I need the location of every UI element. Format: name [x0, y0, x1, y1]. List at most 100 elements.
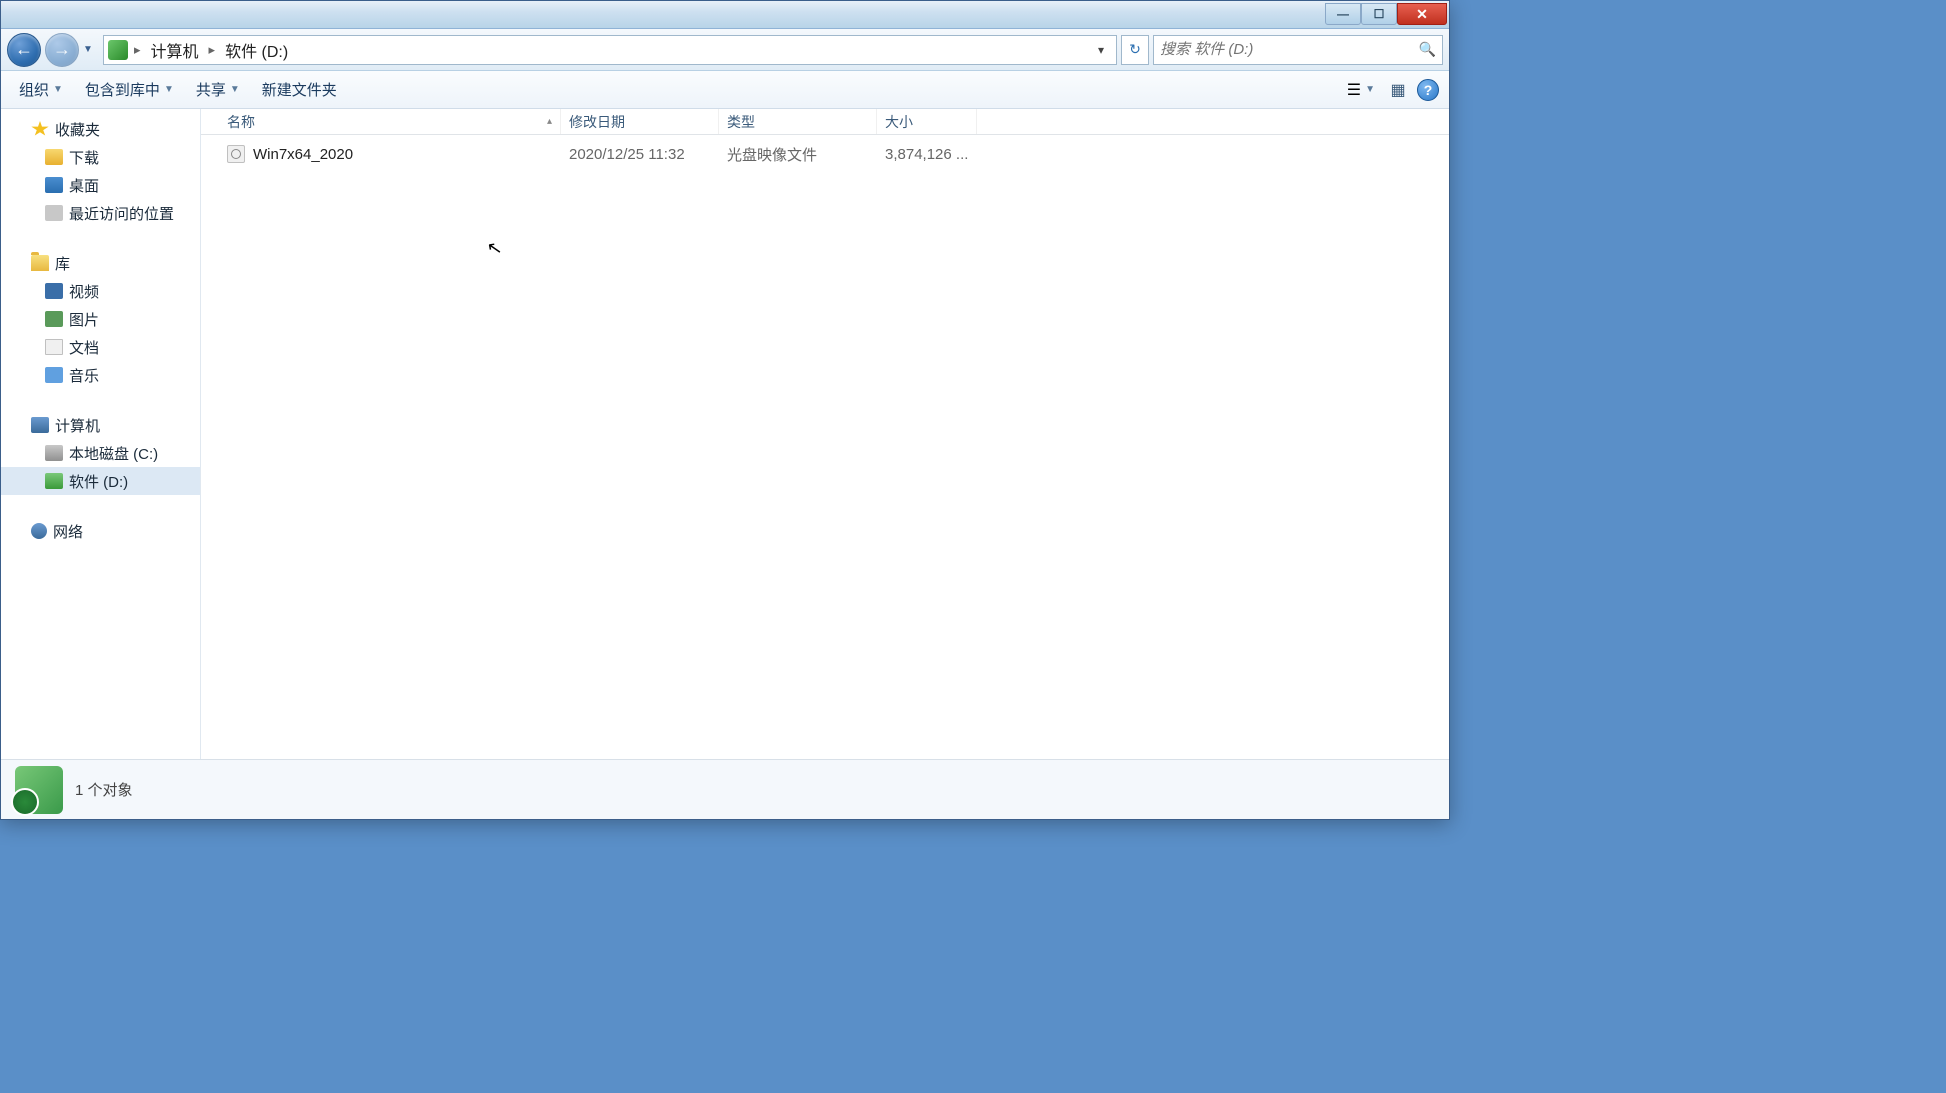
refresh-icon: ↻: [1129, 41, 1141, 58]
sidebar-item-recent[interactable]: 最近访问的位置: [1, 199, 200, 227]
view-list-icon: ☰: [1347, 80, 1361, 100]
chevron-down-icon: ▼: [230, 84, 240, 95]
breadcrumb-drive[interactable]: 软件 (D:): [221, 36, 292, 64]
chevron-down-icon: ▼: [1365, 84, 1375, 95]
chevron-down-icon: ▼: [83, 44, 93, 55]
sidebar-label: 计算机: [55, 415, 100, 436]
file-name: Win7x64_2020: [253, 146, 353, 163]
column-headers: 名称 ▴ 修改日期 类型 大小: [201, 109, 1449, 135]
computer-icon: [31, 417, 49, 433]
drive-icon: [45, 473, 63, 489]
sort-asc-icon: ▴: [547, 116, 552, 127]
column-header-date[interactable]: 修改日期: [561, 109, 719, 134]
column-header-size[interactable]: 大小: [877, 109, 977, 134]
file-type-cell: 光盘映像文件: [719, 144, 877, 165]
document-icon: [45, 339, 63, 355]
organize-label: 组织: [19, 79, 49, 100]
file-size-cell: 3,874,126 ...: [877, 146, 977, 163]
sidebar-label: 库: [55, 253, 70, 274]
column-label: 大小: [885, 112, 913, 132]
arrow-left-icon: ←: [15, 39, 33, 60]
download-icon: [45, 149, 63, 165]
preview-pane-button[interactable]: ▦: [1385, 77, 1411, 103]
explorer-window: — ☐ ✕ ← → ▼ ▸ 计算机 ▸ 软件 (D:) ▾ ↻ 🔍 组织 ▼: [0, 0, 1450, 820]
back-button[interactable]: ←: [7, 33, 41, 67]
breadcrumb-separator-icon[interactable]: ▸: [207, 42, 218, 58]
file-row[interactable]: Win7x64_2020 2020/12/25 11:32 光盘映像文件 3,8…: [201, 139, 1449, 169]
network-group: 网络: [1, 517, 200, 545]
column-label: 类型: [727, 112, 755, 132]
close-icon: ✕: [1416, 6, 1428, 23]
sidebar-computer[interactable]: 计算机: [1, 411, 200, 439]
file-list-area: 名称 ▴ 修改日期 类型 大小 Win7x64_2020: [201, 109, 1449, 759]
close-button[interactable]: ✕: [1397, 3, 1447, 25]
breadcrumb-computer[interactable]: 计算机: [147, 36, 203, 64]
maximize-button[interactable]: ☐: [1361, 3, 1397, 25]
file-name-cell: Win7x64_2020: [219, 145, 561, 163]
column-label: 名称: [227, 112, 255, 132]
favorites-group: 收藏夹 下载 桌面 最近访问的位置: [1, 115, 200, 227]
sidebar-item-downloads[interactable]: 下载: [1, 143, 200, 171]
share-label: 共享: [196, 79, 226, 100]
sidebar-label: 本地磁盘 (C:): [69, 443, 158, 464]
sidebar-favorites[interactable]: 收藏夹: [1, 115, 200, 143]
arrow-right-icon: →: [53, 39, 71, 60]
sidebar-item-pictures[interactable]: 图片: [1, 305, 200, 333]
address-bar[interactable]: ▸ 计算机 ▸ 软件 (D:) ▾: [103, 35, 1117, 65]
library-icon: [31, 255, 49, 271]
drive-large-icon: [15, 766, 63, 814]
refresh-button[interactable]: ↻: [1121, 35, 1149, 65]
help-button[interactable]: ?: [1417, 79, 1439, 101]
chevron-down-icon: ▼: [164, 84, 174, 95]
sidebar-label: 下载: [69, 147, 99, 168]
sidebar-item-drive-d[interactable]: 软件 (D:): [1, 467, 200, 495]
view-button[interactable]: ☰ ▼: [1343, 80, 1379, 100]
new-folder-label: 新建文件夹: [262, 79, 337, 100]
libraries-group: 库 视频 图片 文档 音乐: [1, 249, 200, 389]
chevron-down-icon: ▼: [53, 84, 63, 95]
search-input[interactable]: [1160, 41, 1419, 58]
history-dropdown[interactable]: ▼: [83, 33, 99, 67]
column-header-name[interactable]: 名称 ▴: [219, 109, 561, 134]
iso-file-icon: [227, 145, 245, 163]
sidebar-network[interactable]: 网络: [1, 517, 200, 545]
sidebar-label: 最近访问的位置: [69, 203, 174, 224]
sidebar-item-documents[interactable]: 文档: [1, 333, 200, 361]
new-folder-button[interactable]: 新建文件夹: [254, 75, 345, 104]
share-button[interactable]: 共享 ▼: [188, 75, 248, 104]
sidebar-label: 音乐: [69, 365, 99, 386]
maximize-icon: ☐: [1374, 7, 1385, 21]
search-icon[interactable]: 🔍: [1419, 41, 1436, 58]
minimize-icon: —: [1337, 7, 1349, 21]
include-library-button[interactable]: 包含到库中 ▼: [77, 75, 182, 104]
navigation-sidebar: 收藏夹 下载 桌面 最近访问的位置 库: [1, 109, 201, 759]
sidebar-libraries[interactable]: 库: [1, 249, 200, 277]
sidebar-item-desktop[interactable]: 桌面: [1, 171, 200, 199]
network-icon: [31, 523, 47, 539]
organize-button[interactable]: 组织 ▼: [11, 75, 71, 104]
forward-button[interactable]: →: [45, 33, 79, 67]
file-date-cell: 2020/12/25 11:32: [561, 146, 719, 163]
navigation-area: ← → ▼ ▸ 计算机 ▸ 软件 (D:) ▾ ↻ 🔍: [1, 29, 1449, 71]
minimize-button[interactable]: —: [1325, 3, 1361, 25]
sidebar-label: 软件 (D:): [69, 471, 128, 492]
breadcrumb-separator-icon[interactable]: ▸: [132, 42, 143, 58]
column-header-type[interactable]: 类型: [719, 109, 877, 134]
sidebar-label: 图片: [69, 309, 99, 330]
search-box[interactable]: 🔍: [1153, 35, 1443, 65]
sidebar-item-drive-c[interactable]: 本地磁盘 (C:): [1, 439, 200, 467]
column-label: 修改日期: [569, 112, 625, 132]
address-dropdown-icon[interactable]: ▾: [1090, 43, 1112, 57]
sidebar-item-music[interactable]: 音乐: [1, 361, 200, 389]
preview-pane-icon: ▦: [1390, 80, 1405, 100]
sidebar-item-videos[interactable]: 视频: [1, 277, 200, 305]
desktop-icon: [45, 177, 63, 193]
file-list[interactable]: Win7x64_2020 2020/12/25 11:32 光盘映像文件 3,8…: [201, 135, 1449, 759]
title-bar[interactable]: — ☐ ✕: [1, 1, 1449, 29]
sidebar-label: 网络: [53, 521, 83, 542]
image-icon: [45, 311, 63, 327]
video-icon: [45, 283, 63, 299]
music-icon: [45, 367, 63, 383]
drive-icon: [108, 40, 128, 60]
recent-icon: [45, 205, 63, 221]
